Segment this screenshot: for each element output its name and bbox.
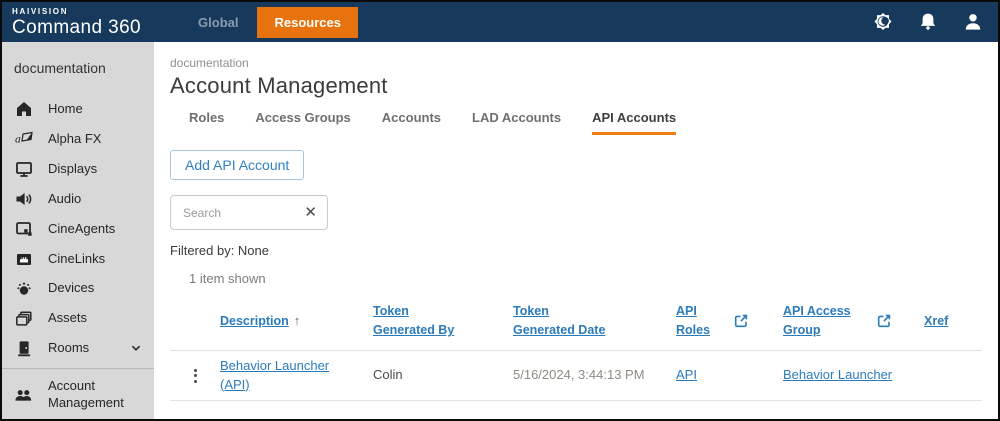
- search-box: ✕: [170, 195, 328, 230]
- table-header-row: Description↑ Token Generated By Token Ge…: [170, 294, 982, 351]
- page-title: Account Management: [170, 73, 982, 99]
- sort-ascending-icon[interactable]: ↑: [294, 311, 301, 331]
- sidebar-item-displays[interactable]: Displays: [2, 154, 154, 184]
- cell-token-generated-date: 5/16/2024, 3:44:13 PM: [513, 366, 676, 385]
- cell-description: Behavior Launcher (API): [220, 357, 373, 395]
- api-accounts-table: Description↑ Token Generated By Token Ge…: [170, 294, 982, 401]
- breadcrumb: documentation: [170, 56, 982, 70]
- items-shown-label: 1 item shown: [189, 271, 982, 286]
- user-profile-icon[interactable]: [962, 11, 984, 33]
- brand-logo: HAIVISION Command 360: [12, 8, 141, 37]
- tab-lad-accounts[interactable]: LAD Accounts: [472, 110, 561, 135]
- top-bar-icons: [872, 11, 984, 33]
- cineagents-window-icon: [13, 220, 34, 238]
- speaker-icon: [13, 190, 34, 208]
- table-row: Behavior Launcher (API) Colin 5/16/2024,…: [170, 351, 982, 402]
- tab-api-accounts[interactable]: API Accounts: [592, 110, 676, 135]
- header-description: Description↑: [220, 311, 373, 331]
- api-roles-external-link-icon[interactable]: [733, 313, 783, 329]
- door-icon: [13, 339, 34, 357]
- top-nav-global[interactable]: Global: [181, 7, 255, 38]
- top-bar: HAIVISION Command 360 Global Resources: [2, 2, 998, 42]
- people-icon: [13, 386, 34, 404]
- alpha-fx-icon: a: [13, 130, 34, 148]
- search-input[interactable]: [181, 205, 298, 221]
- layers-icon: [13, 310, 34, 328]
- top-nav-resources[interactable]: Resources: [257, 7, 357, 38]
- api-access-group-external-link-icon[interactable]: [876, 313, 924, 329]
- cell-token-generated-by: Colin: [373, 366, 513, 385]
- sidebar-item-rooms[interactable]: Rooms: [2, 334, 154, 364]
- main-content: documentation Account Management Roles A…: [154, 42, 998, 419]
- tab-accounts[interactable]: Accounts: [382, 110, 441, 135]
- cell-api-roles: API: [676, 366, 733, 385]
- cell-api-access-group: Behavior Launcher: [783, 366, 924, 385]
- device-puck-icon: [13, 280, 34, 298]
- sidebar-item-account-management[interactable]: Account Management: [2, 372, 154, 419]
- notifications-bell-icon[interactable]: [917, 11, 939, 33]
- sidebar-item-cinelinks[interactable]: CineLinks: [2, 244, 154, 274]
- theme-toggle-icon[interactable]: [872, 11, 894, 33]
- svg-text:a: a: [15, 134, 21, 145]
- sidebar-item-devices[interactable]: Devices: [2, 274, 154, 304]
- row-actions-kebab-icon[interactable]: [188, 365, 203, 387]
- ethernet-port-icon: [13, 250, 34, 268]
- top-nav: Global Resources: [181, 2, 358, 42]
- display-icon: [13, 160, 34, 178]
- filtered-by-label: Filtered by: None: [170, 243, 982, 258]
- sidebar-item-cineagents[interactable]: CineAgents: [2, 214, 154, 244]
- sidebar-item-alpha-fx[interactable]: a Alpha FX: [2, 124, 154, 154]
- sidebar: documentation Home a Alpha FX: [2, 42, 154, 419]
- header-xref: Xref: [924, 312, 982, 331]
- sidebar-divider: [2, 368, 154, 369]
- header-api-roles: API Roles: [676, 302, 733, 341]
- add-api-account-button[interactable]: Add API Account: [170, 150, 304, 180]
- sidebar-item-home[interactable]: Home: [2, 94, 154, 124]
- sidebar-item-assets[interactable]: Assets: [2, 304, 154, 334]
- header-api-access-group: API Access Group: [783, 302, 876, 341]
- home-icon: [13, 100, 34, 118]
- sidebar-title: documentation: [2, 48, 154, 94]
- tab-roles[interactable]: Roles: [189, 110, 224, 135]
- sidebar-item-audio[interactable]: Audio: [2, 184, 154, 214]
- header-token-generated-by: Token Generated By: [373, 302, 485, 341]
- app-window: HAIVISION Command 360 Global Resources: [0, 0, 1000, 421]
- brand-logo-large: Command 360: [12, 18, 141, 37]
- tab-bar: Roles Access Groups Accounts LAD Account…: [189, 110, 982, 135]
- clear-search-icon[interactable]: ✕: [298, 205, 317, 220]
- brand-logo-small: HAIVISION: [12, 8, 141, 16]
- chevron-down-icon[interactable]: [128, 340, 144, 356]
- tab-access-groups[interactable]: Access Groups: [255, 110, 350, 135]
- header-token-generated-date: Token Generated Date: [513, 302, 625, 341]
